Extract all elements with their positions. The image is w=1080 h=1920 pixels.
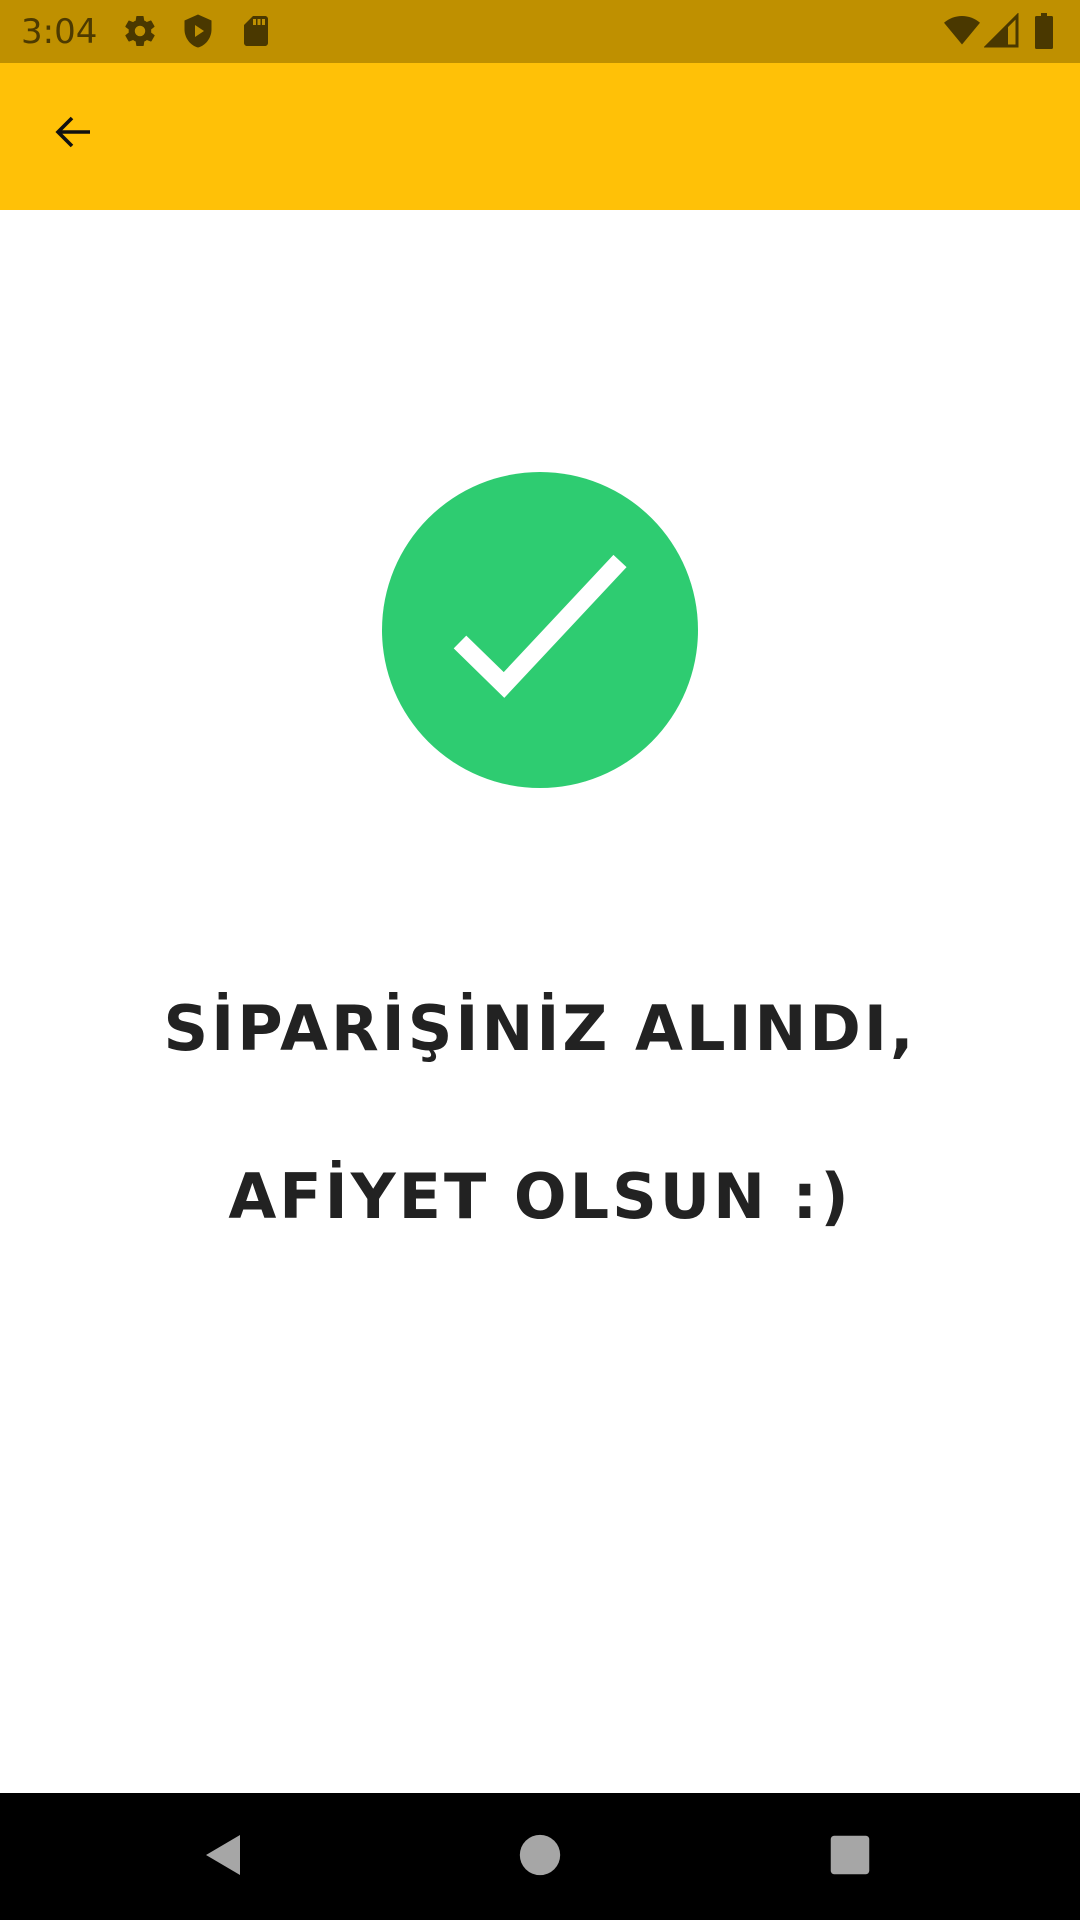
gear-icon	[122, 13, 158, 49]
arrow-left-icon	[50, 108, 98, 160]
enjoy-meal-text: AFİYET OLSUN :)	[228, 1160, 852, 1233]
sd-card-icon	[238, 13, 274, 49]
shield-play-icon	[180, 13, 216, 49]
home-circle-icon	[518, 1833, 562, 1881]
wifi-icon	[942, 13, 980, 49]
app-bar	[0, 63, 1080, 210]
system-nav-bar	[0, 1793, 1080, 1920]
success-badge	[382, 472, 698, 788]
cell-signal-icon	[983, 12, 1020, 49]
status-bar: 3:04	[0, 0, 1080, 63]
battery-icon	[1032, 13, 1068, 49]
back-button[interactable]	[36, 96, 112, 172]
back-triangle-icon	[200, 1831, 248, 1883]
nav-back-button[interactable]	[180, 1813, 268, 1901]
recents-square-icon	[829, 1834, 871, 1880]
status-time: 3:04	[21, 12, 98, 52]
order-received-text: SİPARİŞİNİZ ALINDI,	[163, 992, 917, 1065]
order-success-content: SİPARİŞİNİZ ALINDI, AFİYET OLSUN :)	[0, 210, 1080, 1793]
nav-home-button[interactable]	[496, 1813, 584, 1901]
nav-recents-button[interactable]	[806, 1813, 894, 1901]
check-icon	[382, 554, 698, 792]
